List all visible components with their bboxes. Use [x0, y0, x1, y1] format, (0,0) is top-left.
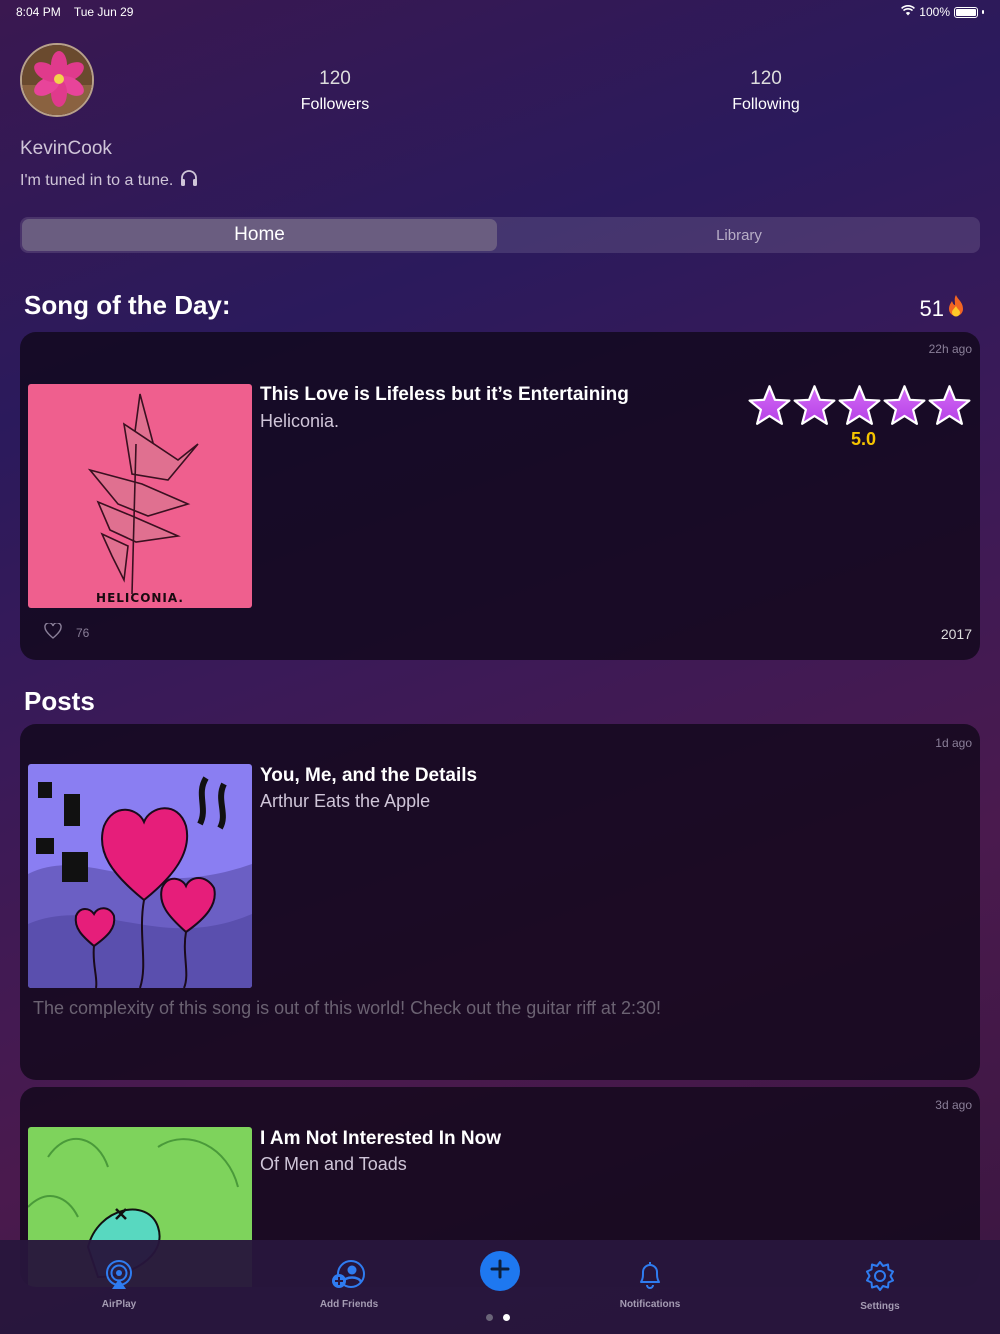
tab-label: Add Friends — [319, 1299, 379, 1310]
star-icon — [882, 384, 927, 433]
wifi-icon — [901, 5, 916, 19]
star-icon — [837, 384, 882, 433]
status-time: 8:04 PM — [16, 5, 61, 19]
gear-icon — [864, 1261, 896, 1296]
album-art[interactable] — [28, 764, 252, 988]
time-ago: 22h ago — [928, 342, 972, 356]
streak-count: 51 — [919, 296, 944, 321]
plus-icon — [490, 1259, 510, 1284]
followers-count: 120 — [319, 68, 351, 89]
streak: 51 — [920, 294, 966, 324]
heart-icon[interactable] — [44, 622, 62, 642]
tab-settings[interactable]: Settings — [820, 1260, 940, 1312]
page-dot-active[interactable] — [503, 1314, 510, 1321]
headphones-icon — [179, 168, 199, 193]
battery-icon — [954, 6, 978, 18]
star-icon — [927, 384, 972, 433]
new-post-button[interactable] — [480, 1251, 520, 1291]
release-year: 2017 — [940, 626, 972, 642]
post-caption: The complexity of this song is out of th… — [33, 998, 661, 1018]
tab-label: Settings — [860, 1301, 900, 1312]
tab-add-friends[interactable]: Add Friends — [289, 1260, 409, 1310]
fire-icon — [946, 294, 966, 324]
song-title: I Am Not Interested In Now — [260, 1128, 502, 1149]
page-dot[interactable] — [486, 1314, 493, 1321]
time-ago: 3d ago — [935, 1098, 972, 1112]
segmented-control: Home Library — [20, 217, 980, 253]
bell-icon — [635, 1262, 665, 1294]
song-title: You, Me, and the Details — [260, 765, 478, 786]
page-indicator[interactable] — [486, 1314, 510, 1321]
bio: I'm tuned in to a tune. — [20, 168, 199, 193]
tab-bar: AirPlay Add Friends Notifications Settin… — [0, 1240, 1000, 1334]
battery-percent: 100% — [919, 5, 950, 19]
post-card[interactable]: 1d ago You, Me, and the Details Arthur E… — [20, 724, 980, 1080]
following-stat[interactable]: 120 Following — [686, 68, 846, 114]
likes-count: 76 — [76, 625, 90, 640]
status-bar: 8:04 PM Tue Jun 29 100% — [0, 0, 1000, 26]
likes: 76 — [44, 622, 90, 642]
add-friend-icon — [331, 1260, 367, 1294]
song-artist: Arthur Eats the Apple — [260, 791, 431, 811]
star-icon — [747, 384, 792, 433]
tab-airplay[interactable]: AirPlay — [59, 1260, 179, 1310]
tab-library[interactable]: Library — [500, 219, 978, 251]
tab-home[interactable]: Home — [22, 219, 497, 251]
username: KevinCook — [20, 138, 112, 159]
rating-value: 5.0 — [850, 429, 876, 449]
following-label: Following — [732, 96, 800, 113]
airplay-icon — [103, 1260, 135, 1294]
album-art[interactable]: HELICONIA. — [28, 384, 252, 608]
posts-heading: Posts — [24, 686, 95, 716]
song-artist: Of Men and Toads — [260, 1154, 407, 1174]
status-date: Tue Jun 29 — [73, 5, 134, 19]
tab-notifications[interactable]: Notifications — [590, 1260, 710, 1310]
song-artist: Heliconia. — [260, 411, 340, 431]
star-rating — [747, 384, 972, 433]
followers-stat[interactable]: 120 Followers — [255, 68, 415, 114]
tab-label: Notifications — [619, 1299, 681, 1310]
following-count: 120 — [750, 68, 782, 89]
art-label: HELICONIA. — [96, 591, 184, 605]
song-of-day-card[interactable]: 22h ago HELICONIA. This Love is Lifeless… — [20, 332, 980, 660]
song-title: This Love is Lifeless but it’s Entertain… — [260, 384, 629, 405]
time-ago: 1d ago — [935, 736, 972, 750]
tab-label: AirPlay — [101, 1299, 137, 1310]
bio-text: I'm tuned in to a tune. — [20, 171, 174, 189]
followers-label: Followers — [300, 96, 370, 113]
avatar[interactable] — [20, 43, 94, 117]
star-icon — [792, 384, 837, 433]
song-of-day-heading: Song of the Day: — [24, 290, 231, 320]
